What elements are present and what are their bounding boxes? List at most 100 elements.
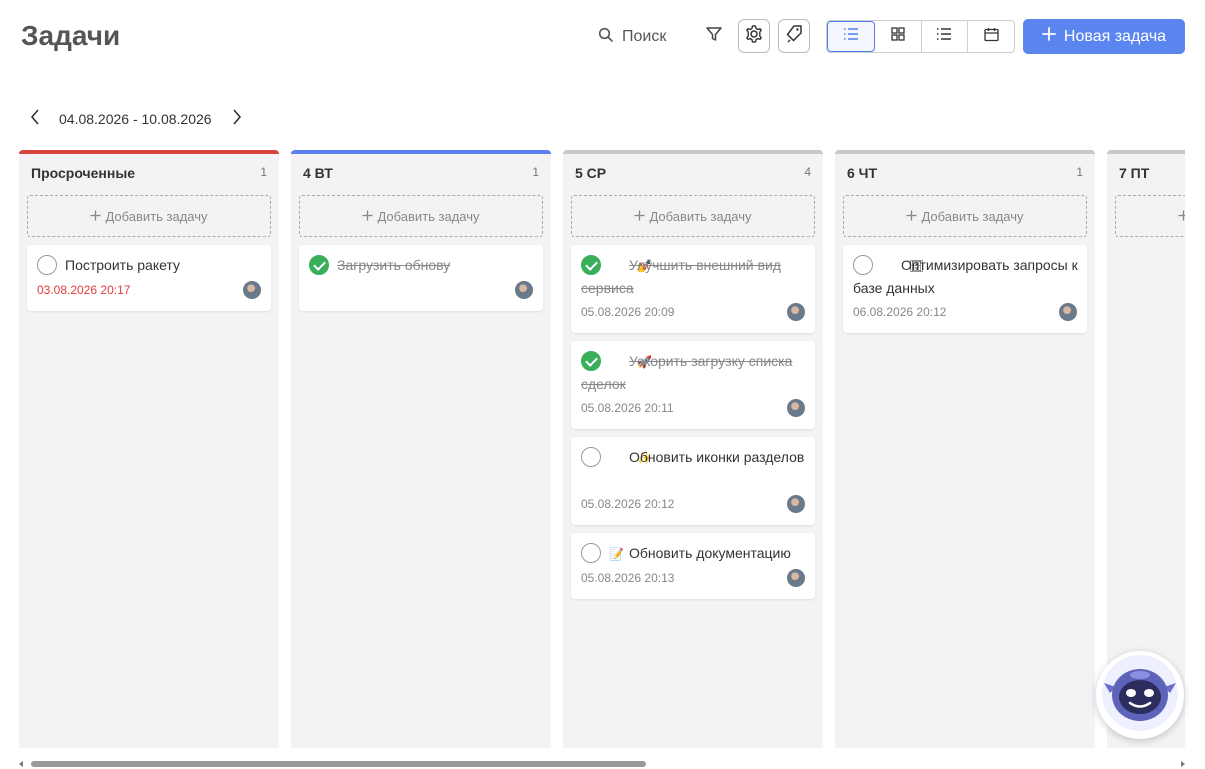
column-count: 1 [1076, 165, 1083, 179]
task-card[interactable]: ✨Обновить иконки разделов 05.08.2026 20:1… [571, 437, 815, 525]
add-task-button[interactable]: Добавить задачу [299, 195, 543, 237]
plus-icon [1178, 209, 1185, 224]
assignee-avatar[interactable] [787, 495, 805, 513]
view-grid-button[interactable] [875, 21, 922, 52]
new-task-button[interactable]: Новая задача [1023, 19, 1185, 54]
column-header: 7 ПТ [1119, 165, 1185, 181]
scroll-right-arrow[interactable] [1181, 761, 1185, 767]
task-title-text: Обновить документацию [629, 545, 791, 561]
column-color-bar [291, 150, 551, 154]
add-task-button[interactable]: Добавить задачу [571, 195, 815, 237]
task-card[interactable]: Загрузить обнову [299, 245, 543, 311]
task-card[interactable]: 🗄Оптимизировать запросы к базе данных 06.… [843, 245, 1087, 333]
assistant-bot-button[interactable] [1096, 651, 1184, 739]
date-range: 04.08.2026 - 10.08.2026 [59, 111, 212, 127]
completed-check-icon[interactable] [309, 255, 329, 275]
column-color-bar [19, 150, 279, 154]
kanban-board: Просроченные 1 Добавить задачу Построить ра… [19, 150, 1185, 748]
new-task-label: Новая задача [1063, 27, 1167, 45]
column-header: 5 СР 4 [575, 165, 811, 181]
task-due-date: 05.08.2026 20:13 [581, 571, 675, 585]
task-emoji-icon: 📝 [609, 547, 624, 561]
list-icon [843, 27, 859, 46]
assignee-avatar[interactable] [515, 281, 533, 299]
board-column: 5 СР 4 Добавить задачу 💅Улучшить внешний ви… [563, 150, 823, 748]
task-title: 🗄Оптимизировать запросы к базе данных [853, 254, 1079, 299]
task-title-text: Обновить иконки разделов [629, 449, 805, 465]
task-title: 🚀Ускорить загрузку списка сделок [581, 350, 807, 395]
column-color-bar [835, 150, 1095, 154]
assignee-avatar[interactable] [1059, 303, 1077, 321]
search-button[interactable]: Поиск [598, 22, 666, 52]
add-task-button[interactable]: Добавить задачу [843, 195, 1087, 237]
plus-icon [906, 209, 917, 224]
view-bullet-list-button[interactable] [922, 21, 969, 52]
add-task-label: Добавить задачу [377, 208, 480, 224]
chevron-left-icon [30, 108, 40, 130]
gear-icon [744, 24, 764, 49]
task-title: ✨Обновить иконки разделов [581, 446, 807, 469]
assignee-avatar[interactable] [787, 569, 805, 587]
date-navigation: 04.08.2026 - 10.08.2026 [24, 106, 248, 132]
task-emoji-icon: 💅 [637, 259, 652, 273]
task-emoji-icon: ✨ [637, 451, 652, 465]
task-title-text: Построить ракету [65, 257, 180, 273]
task-due-date: 03.08.2026 20:17 [37, 283, 131, 297]
settings-button[interactable] [738, 19, 770, 53]
task-due-date: 05.08.2026 20:12 [581, 497, 675, 511]
plus-icon [1042, 27, 1056, 46]
assignee-avatar[interactable] [243, 281, 261, 299]
column-title: 5 СР [575, 165, 607, 181]
task-emoji-icon: 🗄 [909, 259, 925, 273]
task-card[interactable]: 💅Улучшить внешний вид сервиса 05.08.2026 … [571, 245, 815, 333]
next-week-button[interactable] [226, 106, 248, 132]
plus-icon [90, 209, 101, 224]
column-count: 1 [260, 165, 267, 179]
column-title: Просроченные [31, 165, 136, 181]
grid-icon [890, 27, 905, 46]
board-column: 6 ЧТ 1 Добавить задачу 🗄Оптимизировать запр… [835, 150, 1095, 748]
task-card[interactable]: Построить ракету 03.08.2026 20:17 [27, 245, 271, 311]
horizontal-scrollbar[interactable] [19, 760, 1185, 768]
search-icon [598, 27, 614, 48]
robot-mascot-icon [1100, 653, 1180, 738]
column-header: 4 ВТ 1 [303, 165, 539, 181]
add-task-label: Добавить задачу [105, 208, 208, 224]
assignee-avatar[interactable] [787, 399, 805, 417]
task-emoji-icon: 🚀 [637, 355, 652, 369]
scroll-thumb[interactable] [31, 761, 646, 767]
view-list-button[interactable] [827, 21, 875, 52]
board-column: Просроченные 1 Добавить задачу Построить ра… [19, 150, 279, 748]
filter-icon [705, 25, 723, 48]
page-title: Задачи [21, 20, 121, 51]
column-count: 1 [532, 165, 539, 179]
scroll-left-arrow[interactable] [19, 761, 23, 767]
add-task-button[interactable]: Добавить задачу [27, 195, 271, 237]
calendar-icon [983, 27, 999, 47]
task-title: Загрузить обнову [337, 254, 535, 276]
tags-button[interactable] [778, 19, 810, 53]
bullet-list-icon [936, 27, 952, 46]
column-count: 4 [804, 165, 811, 179]
column-header: Просроченные 1 [31, 165, 267, 181]
task-checkbox[interactable] [37, 255, 57, 275]
tag-icon [784, 24, 804, 49]
add-task-label: Добавить задачу [649, 208, 752, 224]
plus-icon [362, 209, 373, 224]
task-due-date: 05.08.2026 20:11 [581, 401, 674, 415]
task-title: 💅Улучшить внешний вид сервиса [581, 254, 807, 299]
add-task-button[interactable]: Добавить задачу [1115, 195, 1185, 237]
task-card[interactable]: 🚀Ускорить загрузку списка сделок 05.08.20… [571, 341, 815, 429]
task-due-date: 05.08.2026 20:09 [581, 305, 675, 319]
task-due-date: 06.08.2026 20:12 [853, 305, 947, 319]
plus-icon [634, 209, 645, 224]
filter-button[interactable] [698, 19, 730, 53]
view-calendar-button[interactable] [968, 21, 1014, 52]
task-checkbox[interactable] [581, 543, 601, 563]
column-color-bar [1107, 150, 1185, 154]
board-column: 4 ВТ 1 Добавить задачу Загрузить обнову [291, 150, 551, 748]
task-card[interactable]: 📝 Обновить документацию 05.08.2026 20:13 [571, 533, 815, 599]
prev-week-button[interactable] [24, 106, 46, 132]
assignee-avatar[interactable] [787, 303, 805, 321]
add-task-label: Добавить задачу [921, 208, 1024, 224]
